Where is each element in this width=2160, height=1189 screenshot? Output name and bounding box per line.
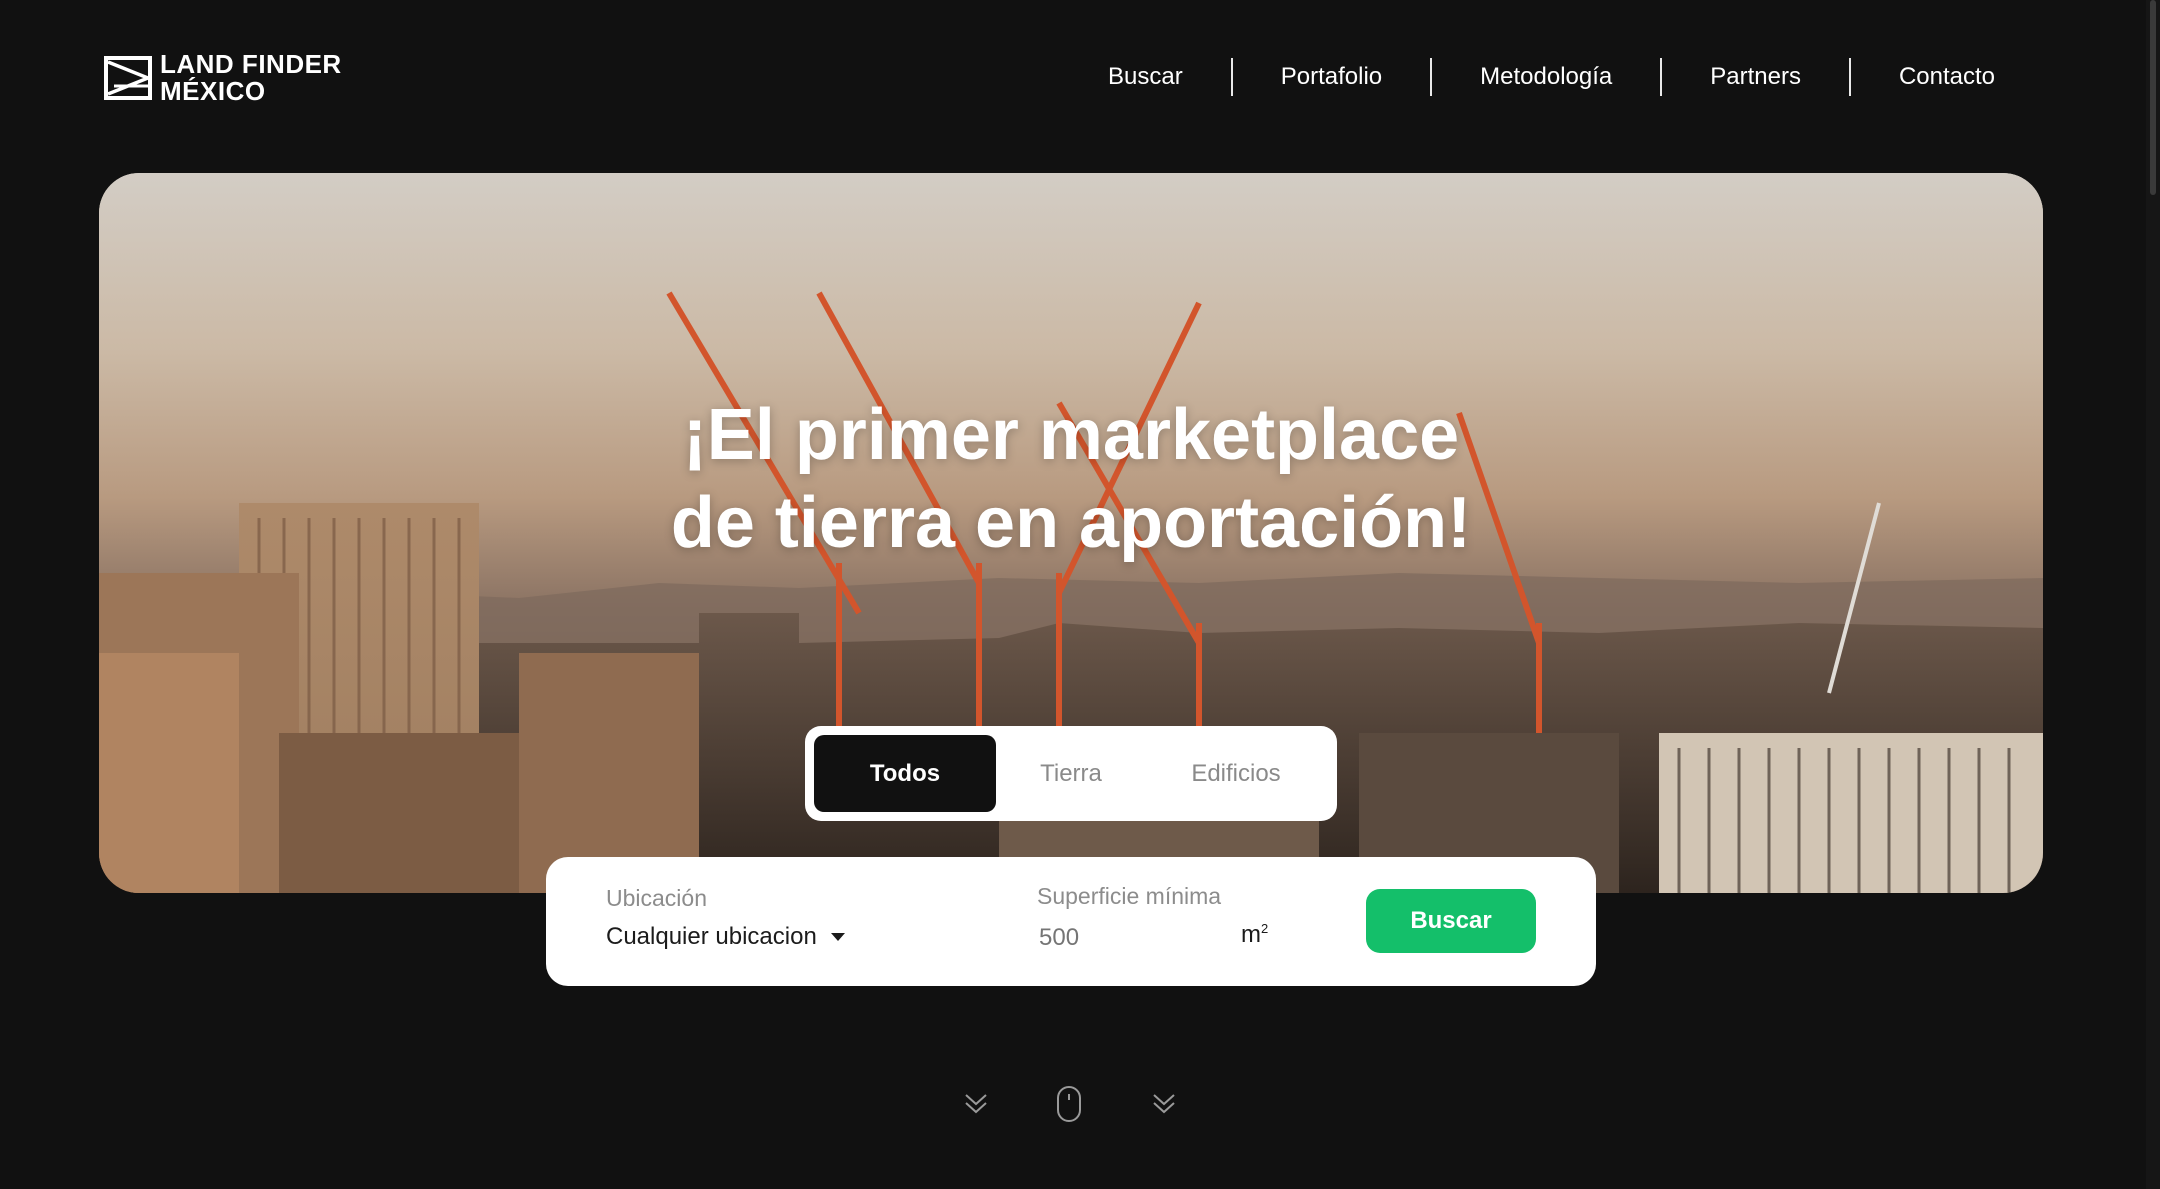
brand-logo[interactable]: LAND FINDER MÉXICO xyxy=(104,51,342,105)
brand-line-2: MÉXICO xyxy=(160,76,266,106)
chevron-double-down-icon xyxy=(965,1094,987,1114)
hero-title: ¡El primer marketplace de tierra en apor… xyxy=(99,391,2043,567)
hero-title-line-2: de tierra en aportación! xyxy=(670,483,1472,564)
tab-todos[interactable]: Todos xyxy=(814,735,996,812)
brand-line-1: LAND FINDER xyxy=(160,49,342,79)
location-label: Ubicación xyxy=(606,885,707,911)
hero-title-line-1: ¡El primer marketplace xyxy=(682,395,1460,476)
tab-edificios[interactable]: Edificios xyxy=(1146,735,1326,812)
page-scrollbar[interactable] xyxy=(2146,0,2160,1189)
nav-metodologia[interactable]: Metodología xyxy=(1432,63,1660,91)
search-button[interactable]: Buscar xyxy=(1366,889,1536,953)
page: LAND FINDER MÉXICO Buscar Portafolio Met… xyxy=(0,0,2160,1189)
surface-unit: m2 xyxy=(1241,921,1268,949)
main-nav: Buscar Portafolio Metodología Partners C… xyxy=(1060,58,1995,96)
mouse-icon xyxy=(1057,1086,1081,1122)
scrollbar-thumb[interactable] xyxy=(2150,0,2156,195)
nav-buscar[interactable]: Buscar xyxy=(1060,63,1231,91)
chevron-double-down-icon xyxy=(1153,1094,1175,1114)
surface-input[interactable] xyxy=(1037,919,1217,957)
envelope-frame-icon xyxy=(104,56,152,100)
unit-base: m xyxy=(1241,921,1261,948)
surface-label: Superficie mínima xyxy=(1037,883,1222,909)
unit-exponent: 2 xyxy=(1261,921,1269,936)
property-type-tabs: Todos Tierra Edificios xyxy=(805,726,1337,821)
scroll-hint xyxy=(965,1086,1175,1122)
search-card: Ubicación Cualquier ubicacion Superficie… xyxy=(546,857,1596,986)
nav-contacto[interactable]: Contacto xyxy=(1851,63,1995,91)
nav-partners[interactable]: Partners xyxy=(1662,63,1849,91)
brand-name: LAND FINDER MÉXICO xyxy=(160,51,342,105)
location-dropdown[interactable]: Cualquier ubicacion xyxy=(606,923,845,951)
location-value: Cualquier ubicacion xyxy=(606,923,817,950)
caret-down-icon xyxy=(830,933,845,941)
nav-portafolio[interactable]: Portafolio xyxy=(1233,63,1430,91)
tab-tierra[interactable]: Tierra xyxy=(996,735,1146,812)
